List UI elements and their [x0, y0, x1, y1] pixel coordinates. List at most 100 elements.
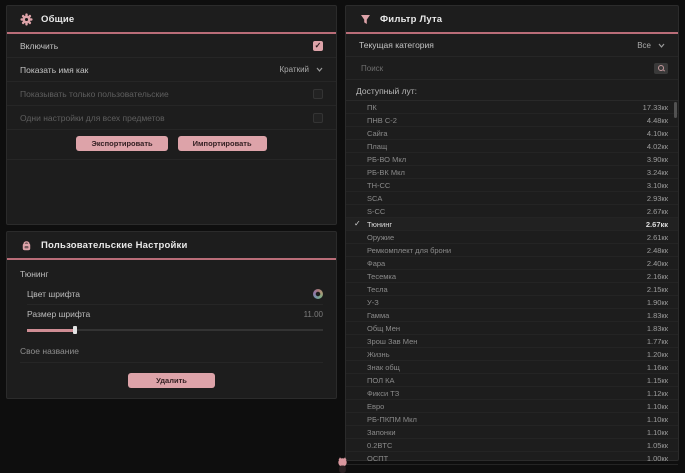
loot-item-row[interactable]: 0.2BTC 1.05кк	[346, 439, 678, 452]
loot-item-value: 1.20кк	[647, 350, 668, 359]
delete-row: Удалить	[7, 363, 336, 388]
name-mode-label: Показать имя как	[20, 65, 88, 75]
color-wheel-icon[interactable]	[313, 289, 323, 299]
loot-item-row[interactable]: Сайга 4.10кк	[346, 127, 678, 140]
loot-item-row[interactable]: РБ-ВО Мкл 3.90кк	[346, 153, 678, 166]
loot-item-row[interactable]: Жизнь 1.20кк	[346, 348, 678, 361]
filter-header: Фильтр Лута	[346, 6, 678, 34]
loot-item-name: Гамма	[367, 311, 647, 320]
loot-item-row[interactable]: ПНВ С-2 4.48кк	[346, 114, 678, 127]
slider-fill	[27, 329, 75, 332]
loot-item-name: Оружие	[367, 233, 647, 242]
search-row	[346, 57, 678, 80]
loot-item-row[interactable]: Фара 2.40кк	[346, 257, 678, 270]
loot-list: ПК 17.33кк ПНВ С-2 4.48кк Сайга 4.10кк П…	[346, 100, 678, 465]
loot-item-row[interactable]: SCA 2.93кк	[346, 192, 678, 205]
category-dropdown[interactable]: Все	[637, 41, 665, 50]
loot-item-row[interactable]: Евро 1.10кк	[346, 400, 678, 413]
panel-loot-filter: Фильтр Лута Текущая категория Все Доступ…	[345, 5, 679, 461]
loot-item-name: SCA	[367, 194, 647, 203]
loot-item-value: 1.10кк	[647, 415, 668, 424]
loot-item-row[interactable]: Фикси ТЗ 1.12кк	[346, 387, 678, 400]
loot-item-name: Тесла	[367, 285, 647, 294]
font-size-label: Размер шрифта	[27, 309, 90, 319]
loot-item-name: ПНВ С-2	[367, 116, 647, 125]
loot-item-name: ПК	[367, 103, 643, 112]
loot-item-row[interactable]: Общ Мен 1.83кк	[346, 322, 678, 335]
loot-item-value: 4.02кк	[647, 142, 668, 151]
loot-item-row[interactable]: Ремкомплект для брони 2.48кк	[346, 244, 678, 257]
loot-item-name: ТН-СС	[367, 181, 647, 190]
loot-item-name: Тюнинг	[367, 220, 646, 229]
custom-only-checkbox[interactable]	[313, 89, 323, 99]
selected-item-name: Тюнинг	[7, 260, 336, 284]
loot-item-value: 1.77кк	[647, 337, 668, 346]
loot-item-name: Плащ	[367, 142, 647, 151]
general-buttons: Экспортировать Импортировать	[7, 130, 336, 160]
category-value: Все	[637, 41, 651, 50]
font-size-row: Размер шрифта 11.00	[27, 305, 323, 323]
loot-item-value: 1.83кк	[647, 324, 668, 333]
same-settings-checkbox[interactable]	[313, 113, 323, 123]
loot-filter-app: Общие Включить ✓ Показать имя как Кратки…	[0, 0, 685, 473]
loot-item-row[interactable]: ТН-СС 3.10кк	[346, 179, 678, 192]
loot-item-value: 2.48кк	[647, 246, 668, 255]
loot-item-value: 3.90кк	[647, 155, 668, 164]
loot-item-row[interactable]: Плащ 4.02кк	[346, 140, 678, 153]
loot-item-name: РБ-ВК Мкл	[367, 168, 647, 177]
loot-item-row[interactable]: Запонки 1.10кк	[346, 426, 678, 439]
loot-item-value: 1.00кк	[647, 454, 668, 463]
loot-item-value: 17.33кк	[643, 103, 668, 112]
loot-item-row[interactable]: Тесемка 2.16кк	[346, 270, 678, 283]
loot-item-row[interactable]: РБ-ПКПМ Мкл 1.10кк	[346, 413, 678, 426]
mascot-icon	[336, 456, 349, 473]
name-mode-dropdown[interactable]: Краткий	[280, 65, 323, 74]
loot-item-value: 1.12кк	[647, 389, 668, 398]
loot-item-row[interactable]: ✓ Тюнинг 2.67кк	[346, 218, 678, 231]
enable-checkbox[interactable]: ✓	[313, 41, 323, 51]
same-settings-label: Одни настройки для всех предметов	[20, 113, 165, 123]
import-button[interactable]: Импортировать	[178, 136, 267, 151]
loot-item-value: 2.93кк	[647, 194, 668, 203]
backpack-icon	[20, 239, 33, 252]
name-mode-value: Краткий	[280, 65, 309, 74]
panel-title-general: Общие	[41, 14, 74, 25]
loot-item-row[interactable]: ОСПТ 1.00кк	[346, 452, 678, 465]
search-button[interactable]	[654, 63, 668, 74]
export-button[interactable]: Экспортировать	[76, 136, 167, 151]
general-header: Общие	[7, 6, 336, 34]
delete-button[interactable]: Удалить	[128, 373, 215, 388]
loot-item-name: Зрош Зав Мен	[367, 337, 647, 346]
custom-name-input[interactable]	[20, 342, 323, 363]
loot-item-name: Знак общ	[367, 363, 647, 372]
loot-item-value: 3.10кк	[647, 181, 668, 190]
loot-item-name: Фара	[367, 259, 647, 268]
funnel-icon	[359, 13, 372, 26]
loot-item-value: 1.16кк	[647, 363, 668, 372]
loot-item-row[interactable]: Оружие 2.61кк	[346, 231, 678, 244]
font-size-slider[interactable]	[27, 326, 323, 335]
loot-item-value: 4.10кк	[647, 129, 668, 138]
custom-only-label: Показывать только пользовательские	[20, 89, 169, 99]
loot-item-row[interactable]: Тесла 2.15кк	[346, 283, 678, 296]
loot-item-row[interactable]: ПК 17.33кк	[346, 101, 678, 114]
loot-item-name: РБ-ВО Мкл	[367, 155, 647, 164]
loot-item-check-icon: ✓	[354, 218, 367, 230]
panel-general: Общие Включить ✓ Показать имя как Кратки…	[6, 5, 337, 225]
loot-item-row[interactable]: ПОЛ КА 1.15кк	[346, 374, 678, 387]
magnifier-icon	[658, 65, 664, 71]
slider-handle[interactable]	[73, 326, 77, 334]
loot-item-row[interactable]: Зрош Зав Мен 1.77кк	[346, 335, 678, 348]
loot-item-row[interactable]: Гамма 1.83кк	[346, 309, 678, 322]
loot-item-name: Общ Мен	[367, 324, 647, 333]
loot-item-row[interactable]: Знак общ 1.16кк	[346, 361, 678, 374]
custom-header: Пользовательские Настройки	[7, 232, 336, 260]
loot-item-row[interactable]: У-З 1.90кк	[346, 296, 678, 309]
search-input[interactable]	[359, 63, 648, 74]
loot-item-row[interactable]: S-СС 2.67кк	[346, 205, 678, 218]
loot-item-name: ОСПТ	[367, 454, 647, 463]
loot-item-row[interactable]: РБ-ВК Мкл 3.24кк	[346, 166, 678, 179]
list-scrollbar-thumb[interactable]	[674, 102, 677, 118]
loot-item-name: Евро	[367, 402, 647, 411]
category-row: Текущая категория Все	[346, 34, 678, 57]
